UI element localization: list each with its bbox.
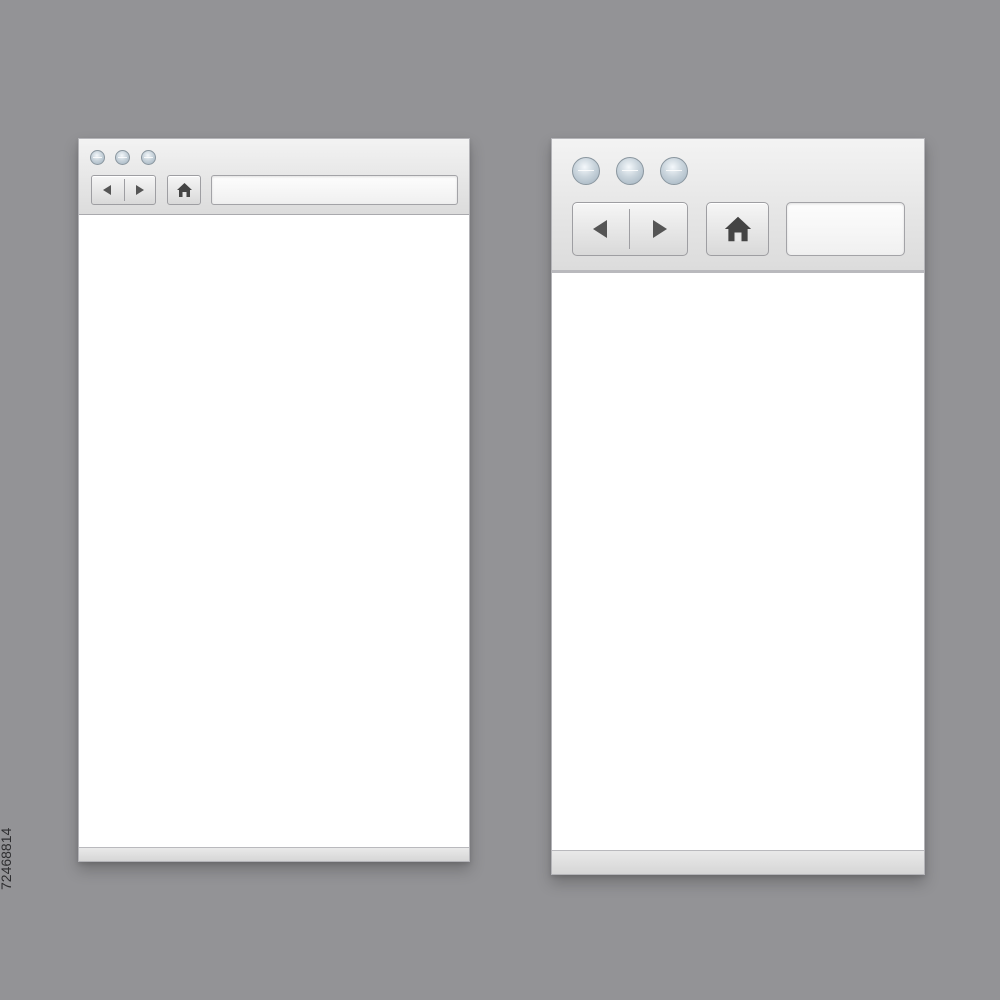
back-forward-button-group xyxy=(91,175,156,205)
home-button[interactable] xyxy=(167,175,201,205)
window-maximize-dot[interactable] xyxy=(660,157,688,185)
window-maximize-dot[interactable] xyxy=(141,150,156,165)
status-bar xyxy=(552,850,924,874)
window-minimize-dot[interactable] xyxy=(115,150,130,165)
back-button[interactable] xyxy=(92,176,124,204)
home-icon xyxy=(177,183,192,197)
window-close-dot[interactable] xyxy=(572,157,600,185)
image-id-text: 72468814 xyxy=(0,827,14,890)
left-arrow-icon xyxy=(593,220,607,238)
forward-button[interactable] xyxy=(631,203,687,255)
browser-toolbar xyxy=(79,139,469,215)
back-button[interactable] xyxy=(573,203,629,255)
small-browser-window xyxy=(78,138,470,862)
status-bar xyxy=(79,847,469,861)
left-arrow-icon xyxy=(103,185,111,195)
window-close-dot[interactable] xyxy=(90,150,105,165)
home-button[interactable] xyxy=(706,202,769,256)
page-content-area xyxy=(552,273,924,850)
address-bar[interactable] xyxy=(786,202,905,256)
nav-divider xyxy=(629,209,630,249)
page-content-area xyxy=(79,215,469,847)
forward-button[interactable] xyxy=(125,176,156,204)
window-minimize-dot[interactable] xyxy=(616,157,644,185)
browser-toolbar xyxy=(552,139,924,273)
home-icon xyxy=(724,216,752,242)
right-arrow-icon xyxy=(136,185,144,195)
back-forward-button-group xyxy=(572,202,688,256)
right-arrow-icon xyxy=(653,220,667,238)
large-browser-window xyxy=(551,138,925,875)
address-bar[interactable] xyxy=(211,175,458,205)
